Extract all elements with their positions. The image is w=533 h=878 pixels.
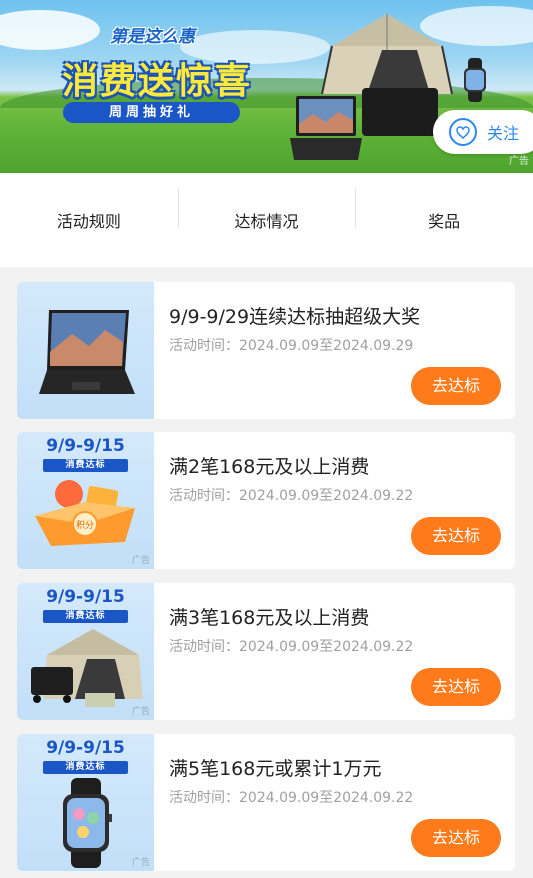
card-title: 满2笔168元及以上消费	[169, 456, 370, 478]
card-time: 活动时间：2024.09.09至2024.09.22	[169, 790, 414, 806]
tent-image	[321, 14, 453, 95]
cloud-decoration	[0, 10, 100, 50]
watch-image	[464, 58, 486, 102]
heart-icon	[449, 118, 477, 146]
card-time: 活动时间：2024.09.09至2024.09.22	[169, 639, 414, 655]
activity-card[interactable]: 9/9-9/15 消费达标 积分 广告 满2笔168元及以上消费 活动时间：20…	[17, 432, 515, 569]
tab-prizes[interactable]: 奖品	[355, 188, 533, 232]
card-thumbnail	[17, 282, 154, 419]
points-text: 积分	[76, 519, 94, 531]
banner-title: 消费送惊喜	[62, 61, 253, 102]
laptop-image	[290, 96, 362, 160]
tab-rules[interactable]: 活动规则	[0, 208, 178, 232]
tab-progress[interactable]: 达标情况	[177, 188, 356, 232]
tab-bar: 活动规则 达标情况 奖品	[0, 173, 533, 267]
points-gift-box-image: 积分	[35, 480, 135, 546]
ad-label: 广告	[131, 556, 150, 566]
promo-banner[interactable]: 第是这么惠 消费送惊喜 周周抽好礼 关注 广告	[0, 0, 533, 173]
card-time: 活动时间：2024.09.09至2024.09.29	[169, 338, 414, 354]
activity-card[interactable]: 9/9-9/15 消费达标 广告 满3笔168元及以上消费 活动时间：2024.…	[17, 583, 515, 720]
follow-label: 关注	[487, 124, 520, 143]
cart-image	[362, 88, 438, 136]
go-qualify-button[interactable]: 去达标	[411, 517, 501, 555]
ad-label: 广告	[131, 858, 150, 868]
follow-button[interactable]: 关注	[433, 110, 533, 154]
card-title: 满5笔168元或累计1万元	[169, 758, 382, 780]
card-title: 9/9-9/29连续达标抽超级大奖	[169, 306, 421, 328]
go-qualify-button[interactable]: 去达标	[411, 367, 501, 405]
smartwatch-image	[63, 778, 112, 868]
go-qualify-button[interactable]: 去达标	[411, 819, 501, 857]
card-thumbnail: 9/9-9/15 消费达标 广告	[17, 583, 154, 720]
ad-label: 广告	[509, 156, 529, 167]
brand-logo: 第是这么惠	[110, 27, 195, 47]
go-qualify-button[interactable]: 去达标	[411, 668, 501, 706]
banner-subtitle: 周周抽好礼	[63, 102, 240, 123]
ad-label: 广告	[131, 707, 150, 717]
activity-card[interactable]: 9/9-9/29连续达标抽超级大奖 活动时间：2024.09.09至2024.0…	[17, 282, 515, 419]
card-thumbnail: 9/9-9/15 消费达标 积分 广告	[17, 432, 154, 569]
tent-cart-image	[31, 629, 143, 707]
laptop-image	[39, 310, 135, 394]
card-title: 满3笔168元及以上消费	[169, 607, 370, 629]
card-thumbnail: 9/9-9/15 消费达标 广告	[17, 734, 154, 871]
activity-card[interactable]: 9/9-9/15 消费达标 广告 满5笔168元或累计1万元 活动时间：2024…	[17, 734, 515, 871]
card-time: 活动时间：2024.09.09至2024.09.22	[169, 488, 414, 504]
